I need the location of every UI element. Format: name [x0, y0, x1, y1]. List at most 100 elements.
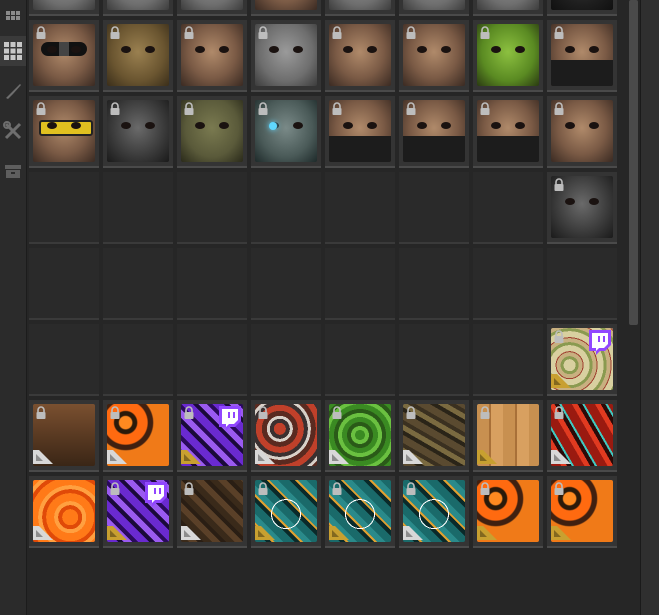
empty-slot[interactable]	[177, 248, 247, 320]
skin-slot[interactable]	[399, 400, 469, 472]
skin-thumbnail	[33, 0, 95, 10]
skin-slot[interactable]	[103, 96, 173, 168]
skin-thumbnail	[551, 0, 613, 10]
empty-slot[interactable]	[177, 172, 247, 244]
empty-slot[interactable]	[251, 324, 321, 396]
empty-slot[interactable]	[325, 172, 395, 244]
lock-icon	[479, 406, 491, 420]
skin-slot[interactable]	[251, 400, 321, 472]
corner-badge-icon	[329, 444, 349, 464]
empty-slot[interactable]	[399, 172, 469, 244]
corner-badge-icon	[33, 520, 53, 540]
sidebar	[0, 0, 27, 615]
empty-slot[interactable]	[251, 248, 321, 320]
skin-slot[interactable]	[473, 0, 543, 16]
lock-icon	[479, 102, 491, 116]
skin-slot[interactable]	[103, 0, 173, 16]
skin-slot[interactable]	[325, 476, 395, 548]
lock-icon	[553, 482, 565, 496]
skin-slot[interactable]	[325, 400, 395, 472]
skin-slot[interactable]	[177, 476, 247, 548]
skin-slot[interactable]	[473, 20, 543, 92]
skin-slot[interactable]	[547, 96, 617, 168]
knife-icon[interactable]	[0, 76, 26, 106]
empty-slot[interactable]	[399, 248, 469, 320]
skin-slot[interactable]	[399, 476, 469, 548]
eyes	[47, 122, 81, 130]
skin-slot[interactable]	[325, 20, 395, 92]
skin-slot[interactable]	[473, 400, 543, 472]
skin-slot[interactable]	[177, 96, 247, 168]
skin-slot[interactable]	[29, 0, 99, 16]
inventory-grid	[29, 0, 621, 615]
scrollbar-thumb[interactable]	[629, 0, 638, 325]
skin-slot[interactable]	[251, 0, 321, 16]
skin-thumbnail	[329, 0, 391, 10]
lock-icon	[109, 406, 121, 420]
empty-slot[interactable]	[325, 248, 395, 320]
skin-slot[interactable]	[473, 476, 543, 548]
eyes	[269, 122, 303, 130]
skin-slot[interactable]	[399, 0, 469, 16]
eyes	[491, 122, 525, 130]
empty-slot[interactable]	[547, 248, 617, 320]
skin-slot[interactable]	[473, 96, 543, 168]
corner-badge-icon	[403, 520, 423, 540]
empty-slot[interactable]	[103, 248, 173, 320]
lock-icon	[553, 406, 565, 420]
empty-slot[interactable]	[473, 324, 543, 396]
lock-icon	[553, 330, 565, 344]
empty-slot[interactable]	[251, 172, 321, 244]
tools-icon[interactable]	[0, 116, 26, 146]
skin-slot[interactable]	[103, 20, 173, 92]
skin-slot[interactable]	[251, 96, 321, 168]
empty-slot[interactable]	[103, 172, 173, 244]
skin-slot[interactable]	[29, 400, 99, 472]
skin-slot[interactable]	[29, 476, 99, 548]
lock-icon	[405, 26, 417, 40]
skin-slot[interactable]	[547, 20, 617, 92]
skin-slot[interactable]	[399, 96, 469, 168]
empty-slot[interactable]	[325, 324, 395, 396]
skin-slot[interactable]	[547, 400, 617, 472]
skin-slot[interactable]	[177, 20, 247, 92]
storage-box-icon[interactable]	[0, 156, 26, 186]
eyes	[491, 46, 525, 54]
skin-slot[interactable]	[29, 20, 99, 92]
skin-slot[interactable]	[103, 400, 173, 472]
grid-small-icon[interactable]	[0, 0, 26, 30]
empty-slot[interactable]	[29, 248, 99, 320]
empty-slot[interactable]	[399, 324, 469, 396]
twitch-icon	[143, 480, 169, 508]
skin-slot[interactable]	[547, 172, 617, 244]
lock-icon	[257, 406, 269, 420]
eyes	[121, 122, 155, 130]
empty-slot[interactable]	[103, 324, 173, 396]
skin-slot[interactable]	[177, 400, 247, 472]
corner-badge-icon	[33, 444, 53, 464]
corner-badge-icon	[255, 520, 275, 540]
skin-slot[interactable]	[29, 96, 99, 168]
skin-slot[interactable]	[399, 20, 469, 92]
skin-slot[interactable]	[177, 0, 247, 16]
empty-slot[interactable]	[177, 324, 247, 396]
empty-slot[interactable]	[29, 324, 99, 396]
empty-slot[interactable]	[29, 172, 99, 244]
lock-icon	[553, 102, 565, 116]
skin-slot[interactable]	[325, 96, 395, 168]
skin-slot[interactable]	[251, 20, 321, 92]
empty-slot[interactable]	[473, 248, 543, 320]
skin-slot[interactable]	[547, 0, 617, 16]
right-panel-edge	[640, 0, 659, 615]
eyes	[565, 198, 599, 206]
skin-slot[interactable]	[547, 324, 617, 396]
empty-slot[interactable]	[473, 172, 543, 244]
skin-slot[interactable]	[251, 476, 321, 548]
lock-icon	[479, 482, 491, 496]
eyes	[121, 46, 155, 54]
skin-thumbnail	[107, 0, 169, 10]
skin-slot[interactable]	[547, 476, 617, 548]
skin-slot[interactable]	[325, 0, 395, 16]
skin-slot[interactable]	[103, 476, 173, 548]
grid-icon[interactable]	[0, 36, 26, 66]
